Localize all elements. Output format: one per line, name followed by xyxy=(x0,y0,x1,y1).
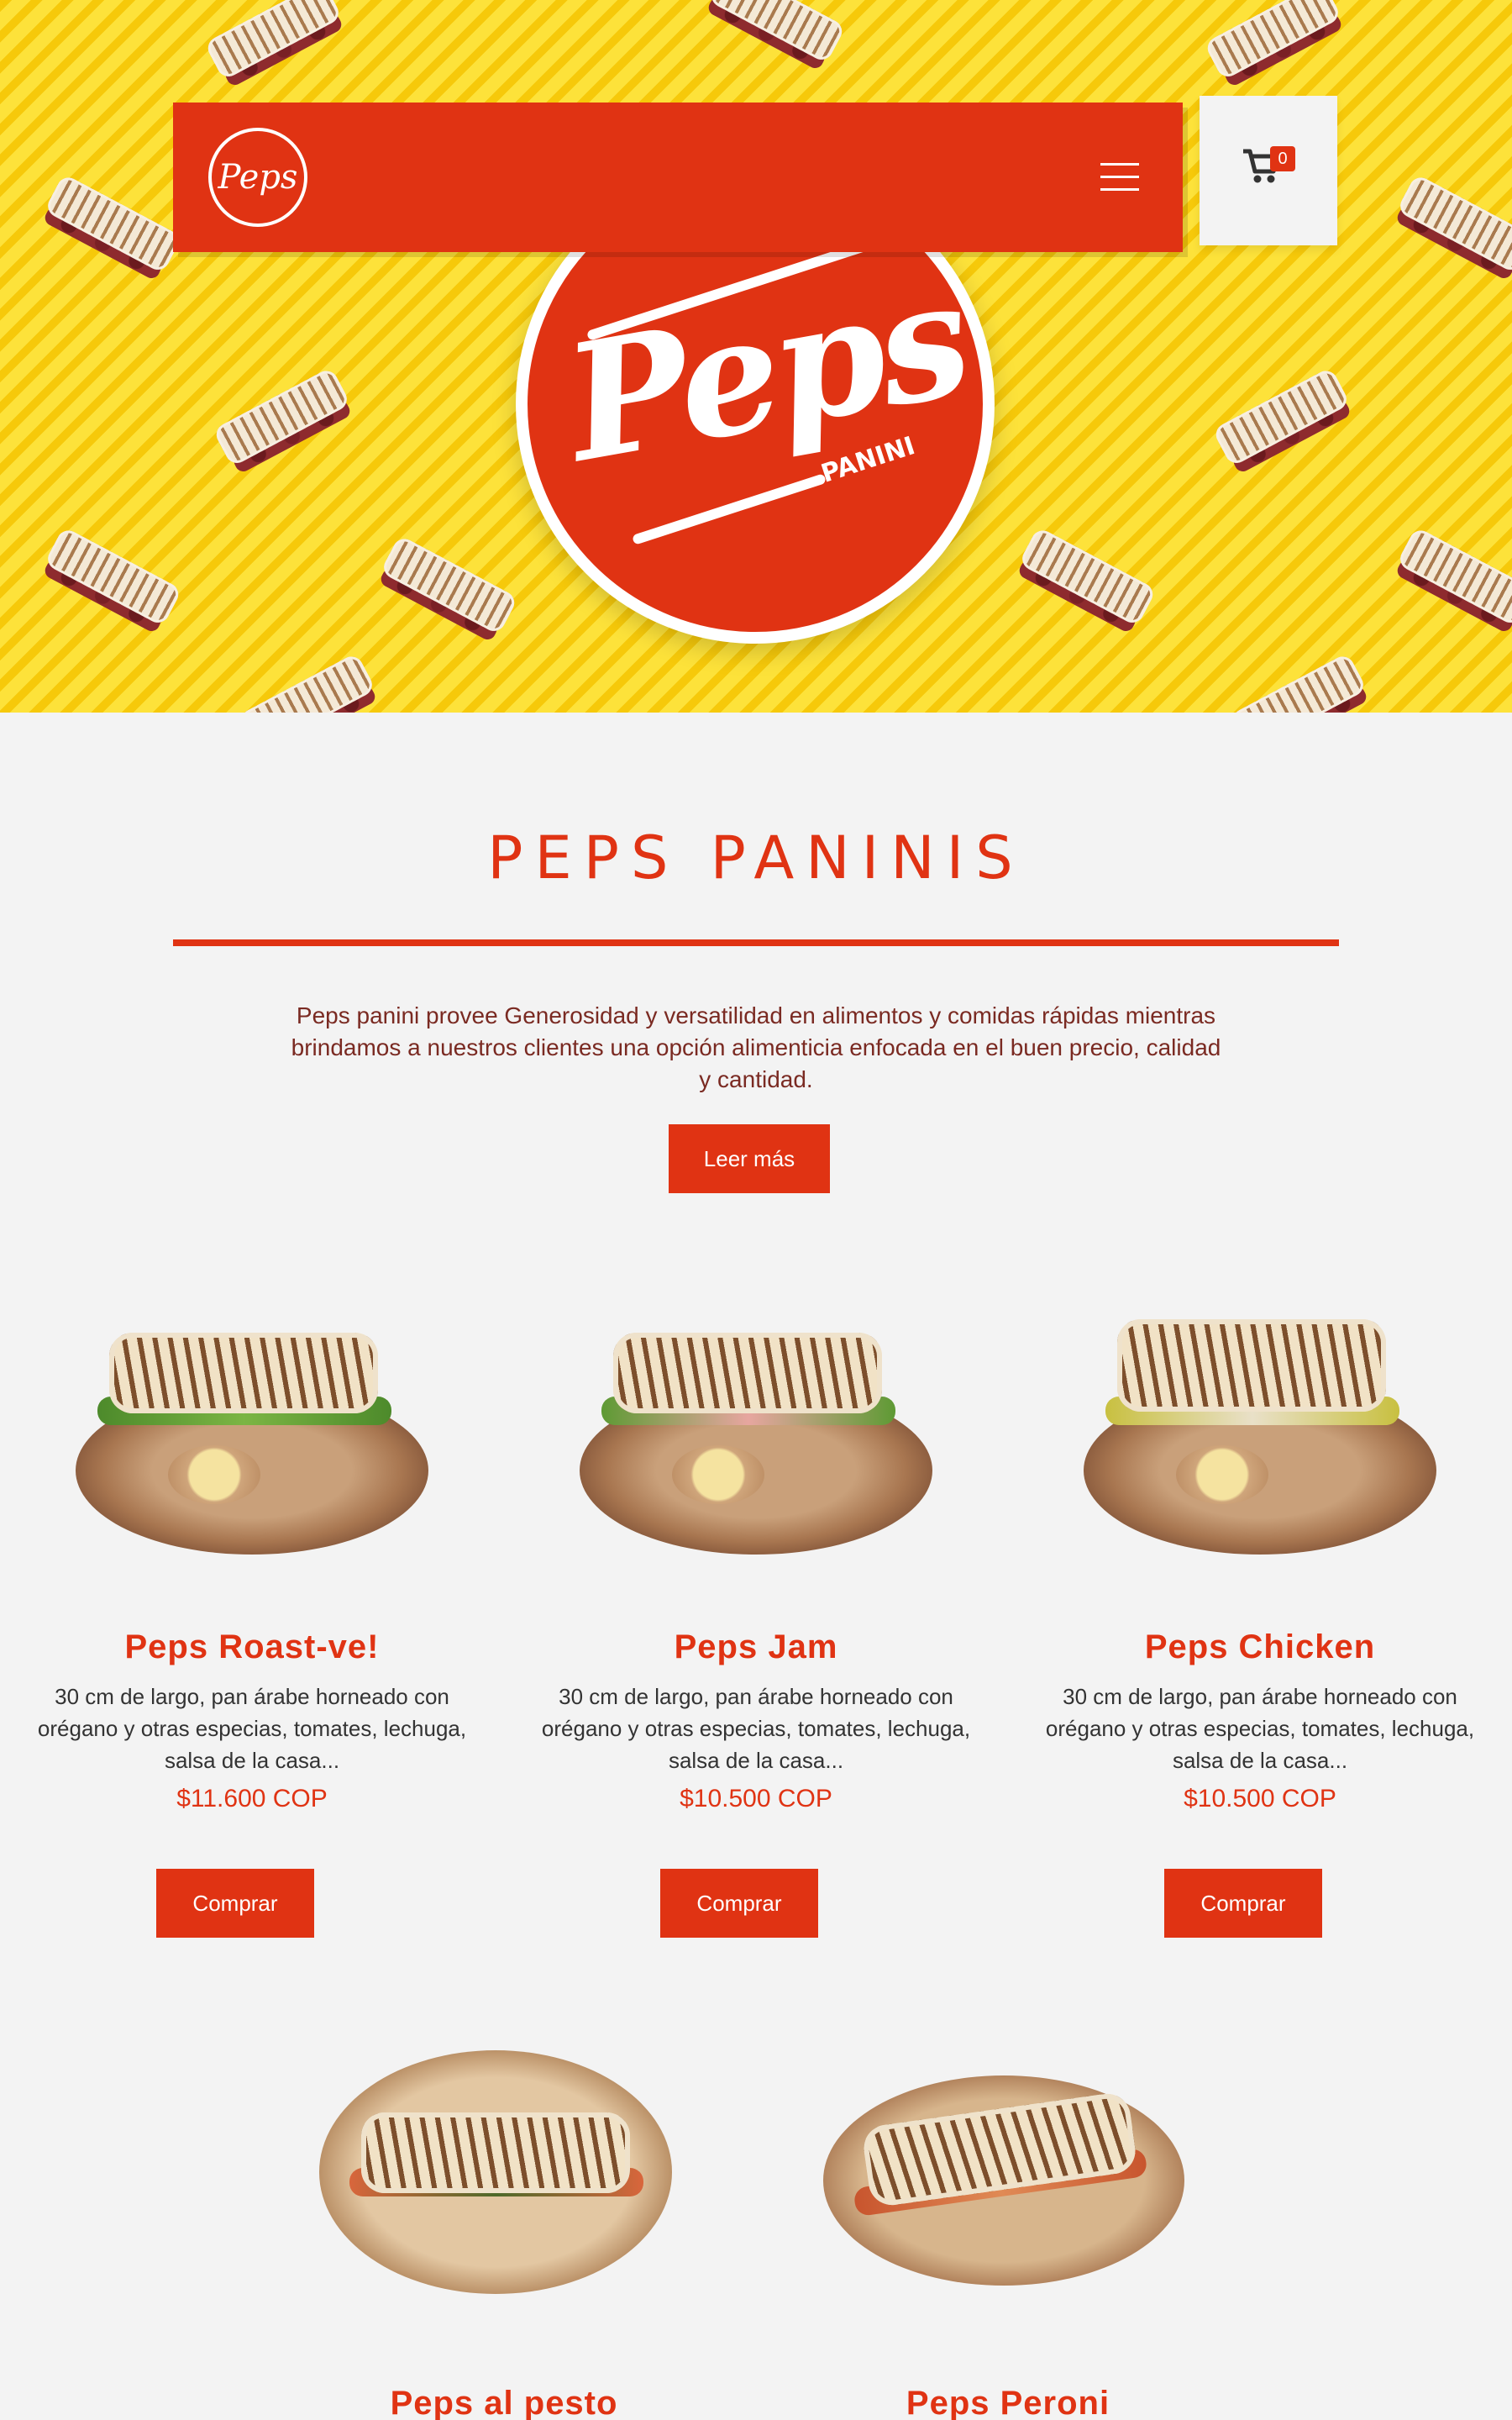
product-description: 30 cm de largo, pan árabe horneado con o… xyxy=(541,1684,971,1773)
sandwich-decoration xyxy=(1203,0,1350,95)
product-price: $11.600 COP xyxy=(176,1785,328,1812)
sandwich-decoration xyxy=(212,366,359,482)
product-price: $10.500 COP xyxy=(680,1785,832,1812)
product-description: 30 cm de largo, pan árabe horneado con o… xyxy=(37,1684,467,1773)
product-card: Peps Peroni xyxy=(773,2042,1243,2420)
sandwich-decoration xyxy=(1228,652,1375,713)
sandwich-decoration xyxy=(36,173,183,289)
sandwich-decoration xyxy=(36,526,183,642)
sandwich-decoration xyxy=(1011,526,1158,642)
product-name[interactable]: Peps Roast-ve! xyxy=(17,1628,487,1666)
product-image[interactable] xyxy=(269,2042,739,2311)
sandwich-decoration xyxy=(203,0,350,95)
product-image[interactable] xyxy=(17,1286,487,1555)
cart-count-badge: 0 xyxy=(1270,146,1295,171)
buy-button[interactable]: Comprar xyxy=(660,1869,818,1938)
title-divider xyxy=(173,939,1339,946)
sandwich-decoration xyxy=(1211,366,1358,482)
cart-button[interactable]: 0 xyxy=(1200,96,1337,245)
product-card: Peps al pesto xyxy=(269,2042,739,2420)
product-name[interactable]: Peps Chicken xyxy=(1025,1628,1495,1666)
product-card: Peps Jam 30 cm de largo, pan árabe horne… xyxy=(521,1286,991,1958)
buy-button[interactable]: Comprar xyxy=(156,1869,314,1938)
nav-logo[interactable]: Peps xyxy=(208,128,307,227)
product-description: 30 cm de largo, pan árabe horneado con o… xyxy=(1045,1684,1475,1773)
intro-text: Peps panini provee Generosidad y versati… xyxy=(291,1002,1221,1092)
sandwich-decoration xyxy=(237,652,384,713)
read-more-button[interactable]: Leer más xyxy=(669,1124,830,1193)
product-name[interactable]: Peps Peroni xyxy=(773,2385,1243,2420)
product-image[interactable] xyxy=(521,1286,991,1555)
sandwich-decoration xyxy=(1389,173,1512,289)
sandwich-decoration xyxy=(700,0,847,78)
sandwich-decoration xyxy=(372,534,519,650)
product-name[interactable]: Peps Jam xyxy=(521,1628,991,1666)
product-image[interactable] xyxy=(1025,1286,1495,1555)
page-title: PEPS PANINIS xyxy=(487,823,1025,892)
buy-button[interactable]: Comprar xyxy=(1164,1869,1322,1938)
nav-logo-text: Peps xyxy=(218,158,298,197)
hamburger-menu-icon[interactable] xyxy=(1100,163,1139,192)
sandwich-decoration xyxy=(1389,526,1512,642)
top-navbar: Peps xyxy=(173,103,1183,252)
product-image[interactable] xyxy=(773,2042,1243,2311)
product-price: $10.500 COP xyxy=(1184,1785,1336,1812)
hero-logo-text: Peps xyxy=(553,244,979,498)
product-name[interactable]: Peps al pesto xyxy=(269,2385,739,2420)
product-card: Peps Chicken 30 cm de largo, pan árabe h… xyxy=(1025,1286,1495,1958)
product-card: Peps Roast-ve! 30 cm de largo, pan árabe… xyxy=(17,1286,487,1958)
